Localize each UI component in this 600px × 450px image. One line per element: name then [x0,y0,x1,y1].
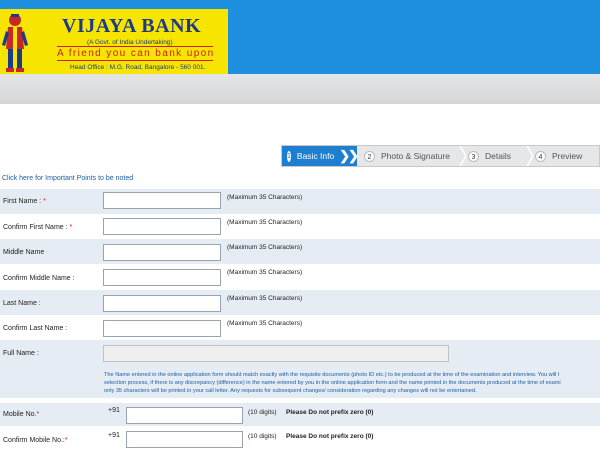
bank-tagline: A friend you can bank upon [57,48,215,59]
double-chevron-right-icon: ❯❯ [339,148,359,163]
middle-name-hint: (Maximum 35 Characters) [227,244,303,251]
bank-logo: VIJAYA BANK (A Govt. of India Undertakin… [0,9,228,74]
middle-name-input[interactable] [103,244,221,261]
confirm-last-name-hint: (Maximum 35 Characters) [227,320,303,327]
mobile-prefix-note: Please Do not prefix zero (0) [286,409,374,416]
confirm-middle-name-label: Confirm Middle Name : [3,275,75,282]
confirm-mobile-prefix: +91 [108,432,120,439]
wizard-steps: 1 Basic Info ❯❯ 2 Photo & Signature 3 De… [281,145,600,167]
first-name-label: First Name : * [3,198,46,205]
step-preview[interactable]: 4 Preview [535,146,582,166]
step-details[interactable]: 3 Details [468,146,511,166]
name-note-line-2: selection process, if there is any discr… [104,380,561,386]
site-header: VIJAYA BANK (A Govt. of India Undertakin… [0,0,600,74]
name-note-row: The Name entered in the online applicati… [0,366,600,398]
confirm-last-name-label: Confirm Last Name : [3,325,68,332]
confirm-middle-name-hint: (Maximum 35 Characters) [227,269,303,276]
nav-bar [0,74,600,104]
confirm-mobile-row: Confirm Mobile No.:* +91 (10 digits) Ple… [0,426,600,450]
step-label: Basic Info [296,151,335,161]
step-label: Details [485,151,511,161]
first-name-row: First Name : * (Maximum 35 Characters) [0,189,600,214]
step-number: 2 [364,150,375,162]
last-name-row: Last Name : (Maximum 35 Characters) [0,290,600,315]
confirm-middle-name-input[interactable] [103,269,221,286]
last-name-label: Last Name : [3,300,41,307]
confirm-mobile-input[interactable] [126,431,243,448]
full-name-label: Full Name : [3,350,39,357]
confirm-first-name-label: Confirm First Name : * [3,224,73,231]
confirm-mobile-label: Confirm Mobile No.:* [3,437,68,444]
first-name-input[interactable] [103,192,221,209]
name-note-line-1: The Name entered in the online applicati… [104,372,560,378]
step-label: Photo & Signature [381,151,450,161]
full-name-row: Full Name : [0,340,600,366]
middle-name-row: Middle Name (Maximum 35 Characters) [0,239,600,264]
confirm-mobile-digits-hint: (10 digits) [248,433,277,440]
confirm-last-name-input[interactable] [103,320,221,337]
confirm-mobile-prefix-note: Please Do not prefix zero (0) [286,433,374,440]
step-label: Preview [552,151,583,161]
full-name-input [103,345,449,362]
mobile-prefix: +91 [108,407,120,414]
step-basic-info[interactable]: 1 Basic Info ❯❯ [282,146,359,166]
registration-page: VIJAYA BANK (A Govt. of India Undertakin… [0,0,600,450]
mobile-input[interactable] [126,407,243,424]
step-separator-icon [527,146,533,166]
middle-name-label: Middle Name [3,249,45,256]
confirm-middle-name-row: Confirm Middle Name : (Maximum 35 Charac… [0,264,600,290]
step-number: 1 [287,150,291,162]
name-note-line-3: only 35 characters will be printed in yo… [104,388,477,394]
mobile-label: Mobile No.* [3,411,40,418]
step-separator-icon [460,146,466,166]
bank-subtitle: (A Govt. of India Undertaking) [87,39,173,46]
step-number: 4 [535,150,546,162]
mascot-icon [2,14,28,72]
bank-address: Head Office : M.G. Road, Bangalore - 560… [70,64,206,71]
tagline-frame: A friend you can bank upon [57,46,213,61]
last-name-hint: (Maximum 35 Characters) [227,295,303,302]
confirm-first-name-input[interactable] [103,218,221,235]
mobile-row: Mobile No.* +91 (10 digits) Please Do no… [0,403,600,426]
last-name-input[interactable] [103,295,221,312]
bank-name: VIJAYA BANK [62,15,202,37]
mobile-digits-hint: (10 digits) [248,409,277,416]
step-photo-signature[interactable]: 2 Photo & Signature [364,146,450,166]
confirm-first-name-hint: (Maximum 35 Characters) [227,219,303,226]
important-points-link[interactable]: Click here for Important Points to be no… [2,175,133,182]
step-number: 3 [468,150,479,162]
confirm-last-name-row: Confirm Last Name : (Maximum 35 Characte… [0,315,600,340]
first-name-hint: (Maximum 35 Characters) [227,194,303,201]
confirm-first-name-row: Confirm First Name : * (Maximum 35 Chara… [0,214,600,239]
